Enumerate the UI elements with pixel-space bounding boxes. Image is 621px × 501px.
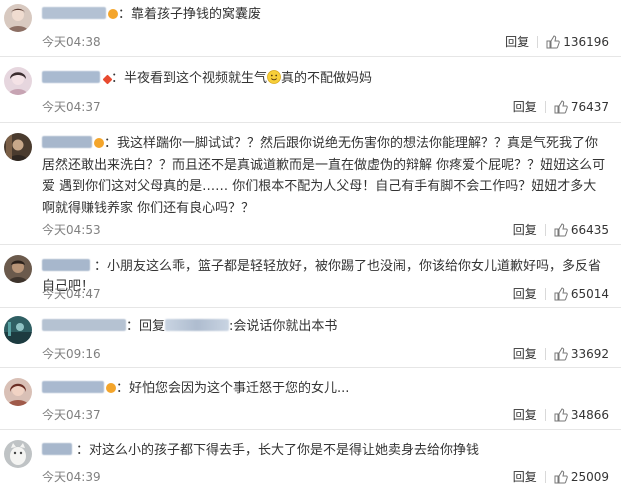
- avatar[interactable]: [4, 316, 32, 344]
- comment-list: ：靠着孩子挣钱的窝囊废 今天04:38 回复 136196 ：半夜看到这个视频就…: [0, 0, 621, 501]
- avatar[interactable]: [4, 255, 32, 283]
- comment-item: ：半夜看到这个视频就生气 真的不配做妈妈 今天04:37 回复 76437: [0, 57, 621, 123]
- divider: [544, 223, 546, 236]
- like-count: 136196: [563, 34, 609, 49]
- comment-actions: 回复 25009: [513, 468, 609, 485]
- comment-item: ：对这么小的孩子都下得去手，长大了你是不是得让她卖身去给你挣钱 今天04:39 …: [0, 430, 621, 501]
- reply-button[interactable]: 回复: [513, 406, 537, 423]
- comment-actions: 回复 136196: [505, 33, 609, 50]
- like-count: 25009: [570, 469, 609, 484]
- comment-actions: 回复 65014: [513, 285, 609, 302]
- comment-item: ：靠着孩子挣钱的窝囊废 今天04:38 回复 136196: [0, 0, 621, 57]
- like-button[interactable]: 33692: [554, 347, 609, 361]
- reply-button[interactable]: 回复: [513, 345, 537, 362]
- comment-time: 今天04:37: [42, 100, 101, 114]
- reply-button[interactable]: 回复: [513, 285, 537, 302]
- comment-actions: 回复 76437: [513, 98, 609, 115]
- thumbs-up-icon: [554, 346, 568, 360]
- username-blurred[interactable]: [42, 136, 92, 148]
- reply-button[interactable]: 回复: [505, 33, 529, 50]
- divider: [544, 347, 546, 360]
- like-button[interactable]: 76437: [554, 100, 609, 114]
- smiley-emoji-icon: [267, 70, 281, 84]
- thumbs-up-icon: [554, 286, 568, 300]
- username-blurred[interactable]: [42, 443, 72, 455]
- comment-time: 今天04:39: [42, 470, 101, 484]
- comment-text: ：我这样踹你一脚试试？？然后跟你说绝无伤害你的想法你能理解？？真是气死我了你居然…: [42, 136, 606, 216]
- avatar[interactable]: [4, 67, 32, 95]
- comment-body: ：靠着孩子挣钱的窝囊废: [42, 5, 609, 25]
- like-count: 76437: [570, 99, 609, 114]
- comment-body: ：我这样踹你一脚试试？？然后跟你说绝无伤害你的想法你能理解？？真是气死我了你居然…: [42, 133, 609, 219]
- comment-text: ：靠着孩子挣钱的窝囊废: [118, 7, 262, 22]
- comment-text-continued: :会说话你就出本书: [229, 319, 338, 334]
- comment-text: ：对这么小的孩子都下得去手，长大了你是不是得让她卖身去给你挣钱: [76, 443, 480, 458]
- like-button[interactable]: 65014: [554, 287, 609, 301]
- comment-body: ：好怕您会因为这个事迁怒于您的女儿...: [42, 379, 609, 399]
- like-button[interactable]: 25009: [554, 470, 609, 484]
- divider: [544, 287, 546, 300]
- thumbs-up-icon: [554, 222, 568, 236]
- username-blurred[interactable]: [42, 7, 106, 19]
- comment-time: 今天04:47: [42, 287, 101, 301]
- comment-text-continued: 真的不配做妈妈: [281, 71, 373, 86]
- like-button[interactable]: 34866: [554, 408, 609, 422]
- reply-button[interactable]: 回复: [513, 468, 537, 485]
- avatar[interactable]: [4, 440, 32, 468]
- divider: [544, 408, 546, 421]
- comment-time: 今天04:38: [42, 35, 101, 49]
- comment-time: 今天04:37: [42, 408, 101, 422]
- username-blurred[interactable]: [42, 319, 126, 331]
- like-count: 66435: [570, 222, 609, 237]
- comment-actions: 回复 33692: [513, 345, 609, 362]
- mentioned-user-blurred[interactable]: [165, 319, 230, 331]
- comment-actions: 回复 34866: [513, 406, 609, 423]
- avatar[interactable]: [4, 378, 32, 406]
- like-count: 34866: [570, 407, 609, 422]
- vip-badge-icon: [94, 138, 104, 148]
- like-count: 65014: [570, 286, 609, 301]
- comment-item: ：我这样踹你一脚试试？？然后跟你说绝无伤害你的想法你能理解？？真是气死我了你居然…: [0, 123, 621, 245]
- comment-item: ：好怕您会因为这个事迁怒于您的女儿... 今天04:37 回复 34866: [0, 368, 621, 430]
- reply-button[interactable]: 回复: [513, 98, 537, 115]
- comment-item: ：回复 :会说话你就出本书 今天09:16 回复 33692: [0, 308, 621, 368]
- vip-badge-icon: [108, 9, 118, 19]
- divider: [544, 100, 546, 113]
- avatar[interactable]: [4, 4, 32, 32]
- username-blurred[interactable]: [42, 259, 90, 271]
- like-count: 33692: [570, 346, 609, 361]
- thumbs-up-icon: [554, 469, 568, 483]
- like-button[interactable]: 66435: [554, 223, 609, 237]
- avatar[interactable]: [4, 133, 32, 161]
- comment-text: ：半夜看到这个视频就生气: [111, 71, 268, 86]
- thumbs-up-icon: [554, 99, 568, 113]
- vip-badge-icon: [106, 383, 116, 393]
- divider: [544, 470, 546, 483]
- thumbs-up-icon: [554, 407, 568, 421]
- thumbs-up-icon: [546, 34, 560, 48]
- comment-actions: 回复 66435: [513, 221, 609, 238]
- comment-text: ：回复: [126, 319, 166, 334]
- comment-item: ：小朋友这么乖，篮子都是轻轻放好，被你踢了也没闹，你该给你女儿道歉好吗，多反省自…: [0, 245, 621, 308]
- comment-time: 今天04:53: [42, 223, 101, 237]
- comment-body: ：回复 :会说话你就出本书: [42, 317, 609, 337]
- comment-time: 今天09:16: [42, 347, 101, 361]
- comment-text: ：好怕您会因为这个事迁怒于您的女儿...: [116, 381, 350, 396]
- like-button[interactable]: 136196: [546, 35, 609, 49]
- divider: [537, 35, 539, 48]
- username-blurred[interactable]: [42, 71, 100, 83]
- username-blurred[interactable]: [42, 381, 104, 393]
- comment-body: ：半夜看到这个视频就生气 真的不配做妈妈: [42, 69, 609, 89]
- comment-body: ：对这么小的孩子都下得去手，长大了你是不是得让她卖身去给你挣钱: [42, 441, 609, 461]
- reply-button[interactable]: 回复: [513, 221, 537, 238]
